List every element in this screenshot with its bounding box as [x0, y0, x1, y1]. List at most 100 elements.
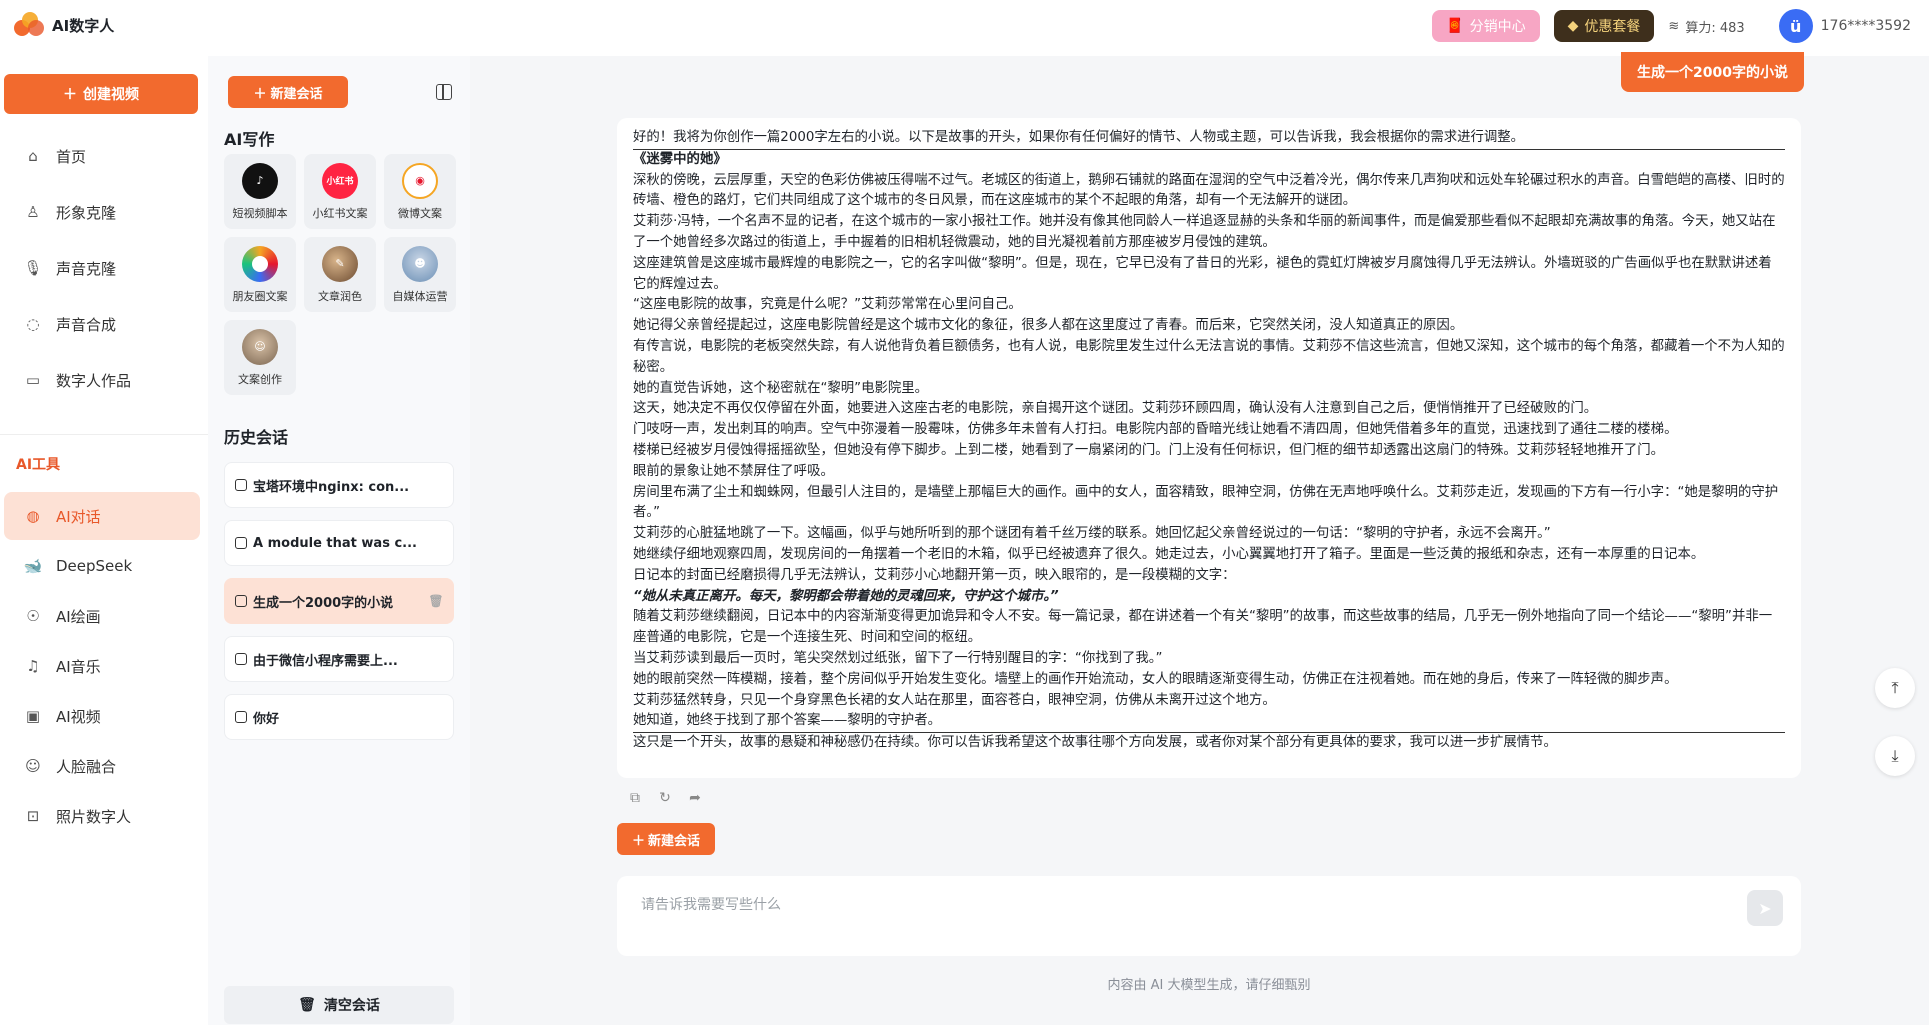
create-video-label: 创建视频: [83, 87, 139, 103]
new-chat-label: 新建会话: [270, 86, 323, 102]
history-title: 历史会话: [224, 428, 289, 447]
sidebar-item-voice-clone[interactable]: 🎙 声音克隆: [4, 244, 200, 292]
plus-icon: ＋: [631, 833, 645, 849]
arrow-down-icon: ⤓: [1891, 746, 1899, 765]
trash-icon: 🗑: [298, 997, 316, 1013]
stack-icon: ≋: [1668, 18, 1680, 34]
media-icon: ☻: [402, 245, 438, 282]
ai-outro: 这只是一个开头，故事的悬疑和神秘感仍在持续。你可以告诉我希望这个故事往哪个方向发…: [633, 735, 1557, 751]
user-message-bubble: 生成一个2000字的小说: [1621, 52, 1804, 92]
disclaimer: 内容由 AI 大模型生成，请仔细甄别: [1107, 978, 1311, 993]
user-icon: ♙: [26, 203, 40, 221]
story-paragraph: 艾莉莎猛然转身，只见一个身穿黑色长裙的女人站在那里，面容苍白，眼神空洞，仿佛从未…: [633, 692, 1276, 708]
chat-icon: [235, 711, 247, 723]
palette-icon: ☉: [26, 607, 40, 625]
film-icon: ▣: [25, 707, 41, 725]
sidebar-item-label: 人脸融合: [56, 757, 117, 776]
scroll-bottom-button[interactable]: ⤓: [1875, 736, 1915, 776]
chat-icon: ◍: [26, 507, 40, 525]
copy-icon[interactable]: ⧉: [627, 790, 643, 806]
avatar: ü: [1778, 9, 1813, 43]
xiaohongshu-icon: 小红书: [322, 162, 358, 199]
sidebar-item-deepseek[interactable]: 🐋 DeepSeek: [4, 542, 200, 590]
history-item-label: 由于微信小程序需要上...: [253, 653, 398, 669]
tool-copywriting[interactable]: ☺ 文案创作: [224, 320, 296, 395]
history-item-label: 你好: [253, 711, 280, 727]
divider: [0, 434, 208, 435]
brand[interactable]: AI数字人: [14, 12, 114, 38]
tool-article-polish[interactable]: ✎ 文章润色: [304, 237, 376, 312]
chat-main: 生成一个2000字的小说 好的！我将为你创作一篇2000字左右的小说。以下是故事…: [470, 52, 1929, 1025]
history-item[interactable]: 你好: [224, 694, 454, 740]
sidebar-item-label: 形象克隆: [56, 203, 117, 222]
tool-xiaohongshu-copy[interactable]: 小红书 小红书文案: [304, 154, 376, 229]
distribution-center-button[interactable]: 🧧 分销中心: [1432, 10, 1540, 42]
history-item[interactable]: 由于微信小程序需要上...: [224, 636, 454, 682]
tool-short-video-script[interactable]: ♪ 短视频脚本: [224, 154, 296, 229]
sidebar-item-label: 声音克隆: [56, 259, 117, 278]
refresh-icon[interactable]: ↻: [657, 790, 673, 806]
collapse-panel-icon[interactable]: [436, 84, 452, 100]
history-item-label: 生成一个2000字的小说: [253, 595, 394, 611]
power-balance-label: 算力: 483: [1685, 20, 1745, 36]
story-paragraph: “这座电影院的故事，究竟是什么呢？”艾莉莎常常在心里问自己。: [633, 297, 1022, 313]
sidebar-item-ai-chat[interactable]: ◍ AI对话: [4, 492, 200, 540]
sidebar-item-label: 声音合成: [56, 315, 117, 334]
new-chat-button-main[interactable]: ＋ 新建会话: [617, 823, 715, 855]
message-input[interactable]: [641, 897, 1691, 913]
user-menu[interactable]: ü 176****3592: [1778, 9, 1911, 43]
story-paragraph: 房间里布满了尘土和蜘蛛网，但最引人注目的，是墙壁上那幅巨大的画作。画中的女人，面…: [633, 484, 1779, 521]
weibo-icon: ◉: [402, 162, 438, 199]
sidebar-item-ai-video[interactable]: ▣ AI视频: [4, 692, 200, 740]
scroll-top-button[interactable]: ⤒: [1875, 668, 1915, 708]
sidebar-item-voice-synthesis[interactable]: ◌ 声音合成: [4, 300, 200, 348]
tool-label: 文案创作: [238, 372, 282, 386]
sidebar-item-digital-works[interactable]: ▭ 数字人作品: [4, 356, 200, 404]
discount-package-button[interactable]: ◆ 优惠套餐: [1553, 10, 1655, 42]
tool-weibo-copy[interactable]: ◉ 微博文案: [384, 154, 456, 229]
story-title: 《迷雾中的她》: [633, 151, 727, 167]
sidebar-item-face-fusion[interactable]: ☺ 人脸融合: [4, 742, 200, 790]
share-icon[interactable]: ➦: [687, 790, 703, 806]
article-icon: ✎: [322, 245, 358, 282]
history-item[interactable]: A module that was c...: [224, 520, 454, 566]
ai-writing-tools: ♪ 短视频脚本 小红书 小红书文案 ◉ 微博文案 朋友圈文案 ✎ 文章润色 ☻ …: [224, 154, 458, 395]
sidebar-item-label: AI视频: [56, 707, 101, 726]
tool-media-operations[interactable]: ☻ 自媒体运营: [384, 237, 456, 312]
clear-history-label: 清空会话: [323, 998, 380, 1014]
sidebar-item-label: 照片数字人: [56, 807, 132, 826]
new-chat-button[interactable]: ＋ 新建会话: [228, 76, 348, 108]
history-item-active[interactable]: 生成一个2000字的小说 🗑: [224, 578, 454, 624]
trash-icon[interactable]: 🗑: [428, 594, 443, 608]
arrow-up-icon: ⤒: [1891, 678, 1899, 697]
speech-bubble-icon: ◌: [26, 315, 40, 333]
send-button[interactable]: ➤: [1747, 890, 1783, 926]
brand-name: AI数字人: [52, 16, 115, 35]
create-video-button[interactable]: ＋ 创建视频: [4, 74, 198, 114]
sidebar-item-ai-painting[interactable]: ☉ AI绘画: [4, 592, 200, 640]
plus-icon: ＋: [253, 86, 267, 102]
tool-moments-copy[interactable]: 朋友圈文案: [224, 237, 296, 312]
sidebar-item-home[interactable]: ⌂ 首页: [4, 132, 200, 180]
brand-logo-icon: [14, 12, 44, 38]
sidebar-item-photo-digital[interactable]: ⊡ 照片数字人: [4, 792, 200, 840]
story-paragraph: 艾莉莎·冯特，一个名声不显的记者，在这个城市的一家小报社工作。她并没有像其他同龄…: [633, 214, 1776, 250]
clear-history-button[interactable]: 🗑 清空会话: [224, 986, 454, 1024]
sidebar-item-avatar-clone[interactable]: ♙ 形象克隆: [4, 188, 200, 236]
story-paragraph: 这天，她决定不再仅仅停留在外面，她要进入这座古老的电影院，亲自揭开这个谜团。艾莉…: [633, 401, 1598, 417]
chat-icon: [235, 653, 247, 665]
sidebar-item-ai-music[interactable]: ♫ AI音乐: [4, 642, 200, 690]
user-name: 176****3592: [1820, 18, 1911, 34]
sidebar-item-label: 首页: [56, 147, 87, 166]
plus-icon: ＋: [63, 87, 77, 103]
story-paragraph: 她知道，她终于找到了那个答案——黎明的守护者。: [633, 713, 941, 729]
home-icon: ⌂: [28, 147, 38, 165]
sidebar: ＋ 创建视频 ⌂ 首页 ♙ 形象克隆 🎙 声音克隆 ◌ 声音合成 ▭ 数字人作品…: [0, 56, 208, 1025]
history-item[interactable]: 宝塔环境中nginx: con...: [224, 462, 454, 508]
tool-label: 文章润色: [318, 289, 362, 303]
send-icon: ➤: [1758, 898, 1772, 918]
history-item-label: 宝塔环境中nginx: con...: [253, 479, 410, 495]
story-paragraph: 日记本的封面已经磨损得几乎无法辨认，艾莉莎小心地翻开第一页，映入眼帘的，是一段模…: [633, 567, 1236, 583]
power-balance: ≋ 算力: 483: [1668, 17, 1744, 36]
discount-package-label: 优惠套餐: [1584, 19, 1641, 35]
